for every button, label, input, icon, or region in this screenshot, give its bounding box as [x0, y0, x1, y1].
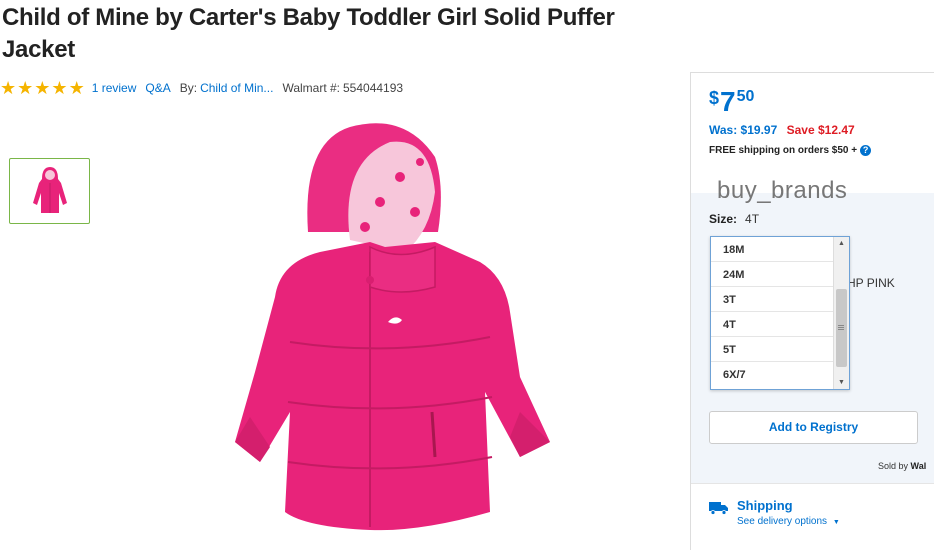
size-label: Size:	[709, 212, 738, 226]
color-value-partial: HP PINK	[847, 276, 895, 290]
delivery-options-label: See delivery options	[737, 516, 828, 527]
was-save-line: Was: $19.97 Save $12.47	[709, 123, 855, 137]
size-selected: 4T	[745, 212, 760, 226]
brand-link[interactable]: Child of Min...	[200, 81, 273, 95]
price-cents: 50	[736, 88, 755, 105]
sold-by: Sold by Wal	[878, 461, 926, 471]
product-title: Child of Mine by Carter's Baby Toddler G…	[2, 4, 615, 63]
scrollbar-thumb[interactable]	[836, 289, 847, 367]
size-option-3t[interactable]: 3T	[711, 287, 833, 312]
product-meta-row: ★ ★ ★ ★ ★ 1 review Q&A By: Child of Min.…	[0, 78, 404, 98]
size-selector-label: Size: 4T	[709, 212, 759, 226]
star-icon: ★	[51, 78, 68, 98]
buy-box-panel: $ 7 50 Was: $19.97 Save $12.47 FREE ship…	[690, 72, 934, 550]
size-options: 18M 24M 3T 4T 5T 6X/7	[711, 237, 833, 386]
shipping-title: Shipping	[737, 498, 793, 513]
watermark: buy_brands	[717, 177, 848, 204]
truck-icon	[709, 502, 728, 515]
size-option-4t[interactable]: 4T	[711, 312, 833, 337]
scroll-up-arrow-icon[interactable]: ▲	[838, 240, 845, 247]
price-dollars: 7	[720, 86, 736, 117]
scrollbar-grip-icon	[838, 325, 844, 326]
rating-stars[interactable]: ★ ★ ★ ★ ★	[0, 78, 86, 98]
save-amount: Save $12.47	[786, 123, 855, 137]
reviews-link[interactable]: 1 review	[92, 81, 137, 95]
star-icon: ★	[68, 78, 85, 98]
walmart-number: 554044193	[343, 81, 404, 95]
help-icon[interactable]: ?	[860, 145, 872, 156]
walmart-number-label: Walmart #:	[282, 81, 340, 95]
size-option-24m[interactable]: 24M	[711, 262, 833, 287]
dropdown-scrollbar[interactable]: ▲ ▼	[833, 237, 849, 389]
free-shipping-text: FREE shipping on orders $50 +	[709, 145, 858, 156]
free-shipping-note: FREE shipping on orders $50 + ?	[709, 145, 872, 156]
add-to-registry-button[interactable]: Add to Registry	[709, 411, 918, 444]
jacket-thumbnail-image	[32, 167, 67, 213]
shipping-section: Shipping See delivery options ▼	[691, 483, 934, 551]
delivery-options-link[interactable]: See delivery options ▼	[737, 516, 840, 527]
price: $ 7 50	[709, 85, 754, 119]
product-thumbnail[interactable]	[9, 158, 90, 224]
by-label: By:	[179, 81, 198, 95]
pink-puffer-jacket-image	[235, 123, 550, 531]
star-icon: ★	[17, 78, 34, 98]
price-currency: $	[709, 88, 720, 108]
scroll-down-arrow-icon[interactable]: ▼	[838, 379, 845, 386]
qa-link[interactable]: Q&A	[145, 81, 170, 95]
size-option-5t[interactable]: 5T	[711, 337, 833, 362]
product-main-image[interactable]	[220, 112, 580, 542]
size-dropdown-list[interactable]: 18M 24M 3T 4T 5T 6X/7 ▲ ▼	[710, 236, 850, 390]
star-icon: ★	[0, 78, 17, 98]
star-icon: ★	[34, 78, 51, 98]
size-option-18m[interactable]: 18M	[711, 237, 833, 262]
was-price: Was: $19.97	[709, 123, 778, 137]
chevron-down-icon: ▼	[832, 519, 840, 526]
size-option-6x7[interactable]: 6X/7	[711, 362, 833, 386]
sold-by-label: Sold by	[878, 461, 909, 471]
seller-name[interactable]: Wal	[911, 461, 927, 471]
